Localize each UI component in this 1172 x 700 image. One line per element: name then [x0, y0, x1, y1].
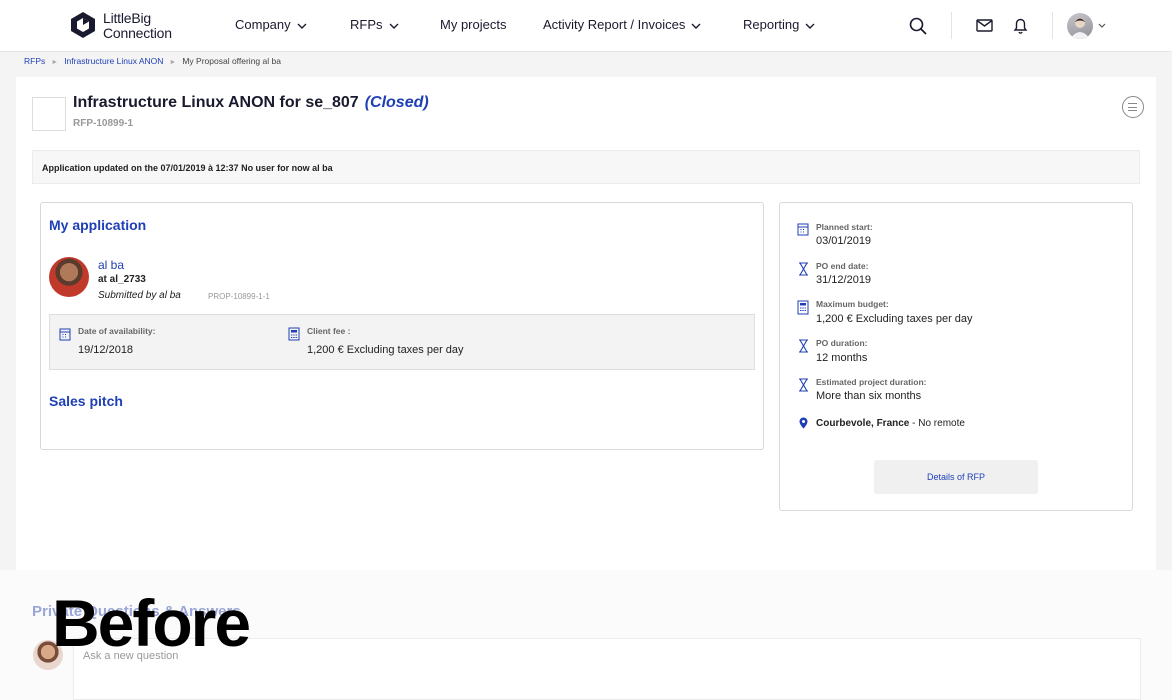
calculator-icon	[797, 300, 809, 315]
max-budget-value: 1,200 € Excluding taxes per day	[816, 313, 973, 325]
brand-name: LittleBig Connection	[103, 10, 172, 41]
calculator-icon	[288, 327, 300, 341]
client-fee-value: 1,200 € Excluding taxes per day	[307, 344, 464, 356]
top-nav-bar: LittleBig Connection Company RFPs My pro…	[0, 0, 1172, 52]
status-badge: (Closed)	[364, 94, 429, 111]
submitted-by: Submitted by al ba	[98, 290, 181, 301]
chevron-down-icon	[389, 23, 398, 29]
details-of-rfp-button[interactable]: Details of RFP	[874, 460, 1038, 494]
chevron-down-icon[interactable]	[1098, 23, 1106, 28]
application-details-box	[49, 314, 755, 370]
logo-icon	[71, 12, 95, 38]
breadcrumb-separator: ►	[169, 59, 177, 66]
client-fee-label: Client fee :	[307, 326, 351, 336]
location-city: Courbevole, France	[816, 418, 910, 429]
user-avatar-image	[1070, 18, 1090, 39]
avatar	[49, 257, 89, 297]
rfp-thumbnail	[32, 97, 66, 131]
user-avatar[interactable]	[1067, 13, 1093, 39]
availability-value: 19/12/2018	[78, 344, 134, 356]
po-duration-value: 12 months	[816, 352, 868, 364]
location: Courbevole, France - No remote	[816, 418, 965, 429]
chevron-down-icon	[297, 23, 307, 29]
page-title: Infrastructure Linux ANON for se_807 (Clo…	[73, 94, 429, 111]
hourglass-icon	[799, 378, 808, 392]
availability-label: Date of availability:	[78, 326, 156, 336]
chevron-down-icon	[805, 23, 815, 29]
applicant-name[interactable]: al ba	[98, 258, 124, 272]
est-duration-value: More than six months	[816, 390, 922, 402]
planned-start-value: 03/01/2019	[816, 235, 872, 247]
mail-icon[interactable]	[976, 19, 993, 32]
divider	[1052, 12, 1053, 39]
max-budget-label: Maximum budget:	[816, 299, 889, 309]
location-pin-icon	[799, 417, 808, 429]
breadcrumb-separator: ►	[51, 59, 59, 66]
proposal-reference: PROP-10899-1-1	[208, 292, 270, 301]
update-banner: Application updated on the 07/01/2019 à …	[32, 150, 1140, 184]
calendar-icon	[797, 223, 809, 236]
nav-rfps[interactable]: RFPs	[350, 17, 399, 32]
divider	[951, 12, 952, 39]
po-duration-label: PO duration:	[816, 338, 868, 348]
menu-lines-icon[interactable]	[1122, 96, 1144, 118]
nav-my-projects[interactable]: My projects	[440, 17, 506, 32]
breadcrumb-current: My Proposal offering al ba	[182, 56, 281, 66]
po-end-label: PO end date:	[816, 261, 869, 271]
rfp-reference: RFP-10899-1	[73, 118, 134, 129]
hourglass-icon	[799, 262, 808, 276]
breadcrumb-rfps[interactable]: RFPs	[24, 56, 45, 66]
hourglass-icon	[799, 339, 808, 353]
nav-activity-report[interactable]: Activity Report / Invoices	[543, 17, 701, 32]
calendar-icon	[59, 328, 71, 341]
planned-start-label: Planned start:	[816, 222, 873, 232]
remote-policy: - No remote	[909, 418, 965, 429]
chevron-down-icon	[691, 23, 701, 29]
nav-reporting[interactable]: Reporting	[743, 17, 815, 32]
before-overlay-label: Before	[52, 586, 251, 660]
po-end-value: 31/12/2019	[816, 274, 872, 286]
est-duration-label: Estimated project duration:	[816, 377, 927, 387]
sales-pitch-heading: Sales pitch	[49, 393, 123, 409]
my-application-heading: My application	[49, 217, 147, 233]
breadcrumb-rfp[interactable]: Infrastructure Linux ANON	[64, 56, 163, 66]
applicant-company: at al_2733	[98, 274, 146, 285]
nav-company[interactable]: Company	[235, 17, 307, 32]
search-icon[interactable]	[909, 17, 927, 35]
breadcrumb: RFPs ► Infrastructure Linux ANON ► My Propos…	[24, 56, 281, 66]
bell-icon[interactable]	[1013, 17, 1028, 34]
